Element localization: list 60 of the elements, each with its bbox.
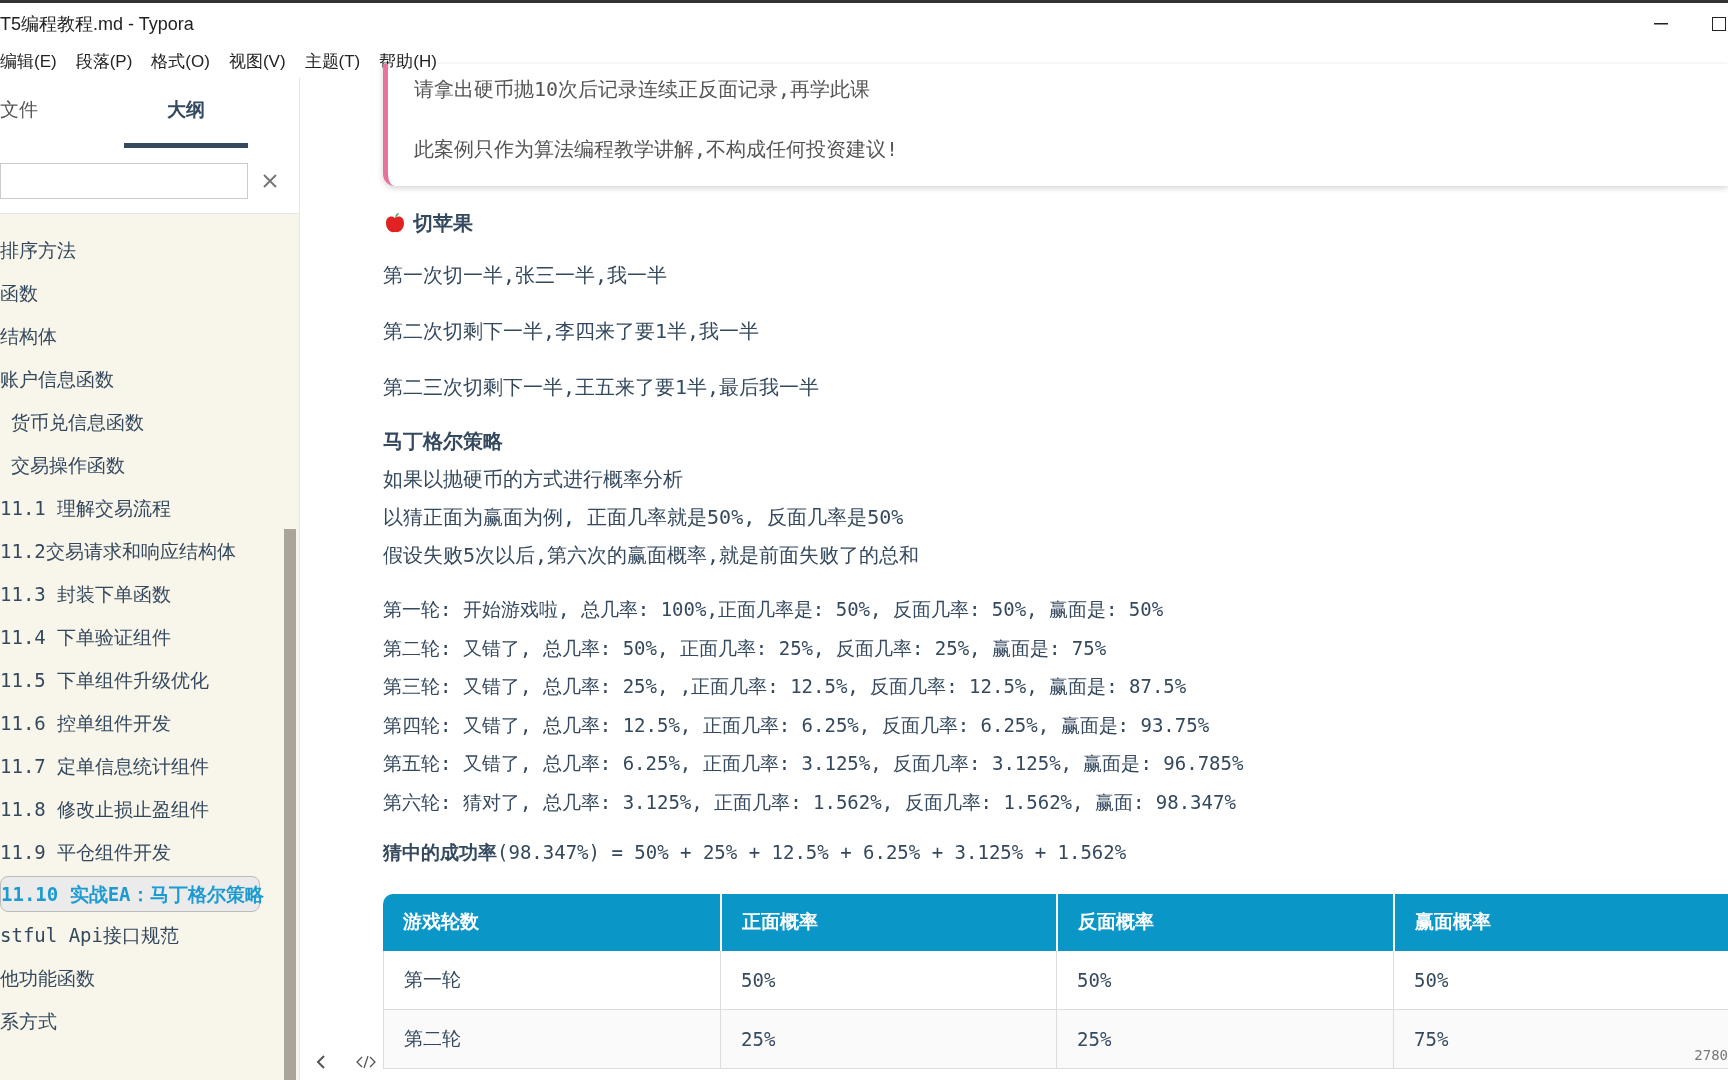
window-title: T5编程教程.md - Typora: [0, 12, 194, 36]
table-cell: 25%: [720, 1010, 1056, 1068]
outline-item[interactable]: 函数: [0, 272, 284, 315]
outline-item[interactable]: 账户信息函数: [0, 358, 284, 401]
callout-text: 此案例只作为算法编程教学讲解,不构成任何投资建议!: [414, 136, 900, 163]
maximize-icon[interactable]: [1712, 17, 1726, 31]
round-line: 第六轮: 猜对了, 总几率: 3.125%, 正面几率: 1.562%, 反面几率: 1.562%, 赢面: 98.347%: [383, 789, 1237, 815]
menu-item[interactable]: 格式(O): [151, 48, 210, 75]
table-cell: 50%: [1393, 951, 1728, 1009]
paragraph: 如果以抛硬币的方式进行概率分析: [383, 466, 684, 493]
sidebar-tab[interactable]: 文件: [0, 78, 124, 148]
round-line: 第一轮: 开始游戏啦, 总几率: 100%,正面几率是: 50%, 反面几率: 50%, 赢面是: 50%: [383, 597, 1165, 622]
paragraph: 第二三次切剩下一半,王五来了要1半,最后我一半: [383, 374, 821, 401]
round-line: 第三轮: 又错了, 总几率: 25%, ,正面几率: 12.5%, 反面几率: 12.5%, 赢面是: 87.5%: [383, 674, 1188, 699]
close-icon[interactable]: [262, 172, 278, 189]
menu-item[interactable]: 段落(P): [75, 48, 133, 75]
minimize-icon[interactable]: [1654, 23, 1668, 25]
table-cell: 25%: [1056, 1010, 1393, 1068]
table-cell: 第二轮: [383, 1010, 720, 1068]
outline-item[interactable]: 排序方法: [0, 229, 284, 272]
outline-item[interactable]: 交易操作函数: [0, 444, 284, 487]
round-line: 第五轮: 又错了, 总几率: 6.25%, 正面几率: 3.125%, 反面几率: 3.125%, 赢面是: 96.785%: [383, 751, 1245, 776]
paragraph: 以猜正面为赢面为例, 正面几率就是50%, 反面几率是50%: [383, 504, 905, 531]
table-cell: 50%: [1056, 951, 1393, 1009]
outline-item[interactable]: 11.3 封装下单函数: [0, 573, 284, 616]
table-cell: 50%: [720, 951, 1056, 1009]
chevron-left-icon[interactable]: [316, 1054, 326, 1070]
outline-item[interactable]: 11.8 修改止损止盈组件: [0, 788, 284, 831]
paragraph: 第一次切一半,张三一半,我一半: [383, 262, 669, 289]
outline-item[interactable]: 他功能函数: [0, 957, 284, 1000]
section-heading: 马丁格尔策略: [383, 429, 504, 454]
outline-item[interactable]: 11.6 控单组件开发: [0, 702, 284, 745]
round-line: 第四轮: 又错了, 总几率: 12.5%, 正面几率: 6.25%, 反面几率: 6.25%, 赢面是: 93.75%: [383, 712, 1211, 738]
menu-item[interactable]: 编辑(E): [0, 48, 57, 75]
outline-item[interactable]: 结构体: [0, 315, 284, 358]
word-count: 2780: [1694, 1046, 1728, 1065]
outline-item[interactable]: stful Api接口规范: [0, 914, 284, 957]
menu-item[interactable]: 视图(V): [228, 48, 286, 75]
table-header-cell-text: 游戏轮数: [402, 910, 480, 935]
outline-item[interactable]: 11.4 下单验证组件: [0, 616, 284, 659]
sidebar-tab[interactable]: 大纲: [124, 78, 248, 148]
outline-item[interactable]: 11.2交易请求和响应结构体: [0, 530, 284, 573]
paragraph: 假设失败5次以后,第六次的赢面概率,就是前面失败了的总和: [383, 542, 921, 569]
summary-line: 猜中的成功率(98.347%) = 50% + 25% + 12.5% + 6.25% + 3.125% + 1.562%: [383, 840, 1128, 865]
outline-item[interactable]: 系方式: [0, 1000, 284, 1043]
callout-text: 请拿出硬币抛10次后记录连续正反面记录,再学此课: [414, 76, 872, 103]
search-field[interactable]: [0, 162, 248, 199]
outline-item[interactable]: 货币兑信息函数: [0, 401, 284, 444]
code-icon[interactable]: [356, 1055, 376, 1069]
round-line: 第二轮: 又错了, 总几率: 50%, 正面几率: 25%, 反面几率: 25%, 赢面是: 75%: [383, 635, 1108, 661]
paragraph: 第二次切剩下一半,李四来了要1半,我一半: [383, 318, 761, 345]
scrollbar[interactable]: [284, 529, 296, 1080]
apple-icon: [383, 211, 407, 235]
table-cell: 第一轮: [383, 951, 720, 1009]
section-heading: 切苹果: [413, 211, 473, 236]
outline-item[interactable]: 11.7 定单信息统计组件: [0, 745, 284, 788]
outline-item[interactable]: 11.1 理解交易流程: [0, 487, 284, 530]
outline-item[interactable]: 11.5 下单组件升级优化: [0, 659, 284, 702]
outline-item[interactable]: 11.9 平仓组件开发: [0, 831, 284, 874]
menu-item[interactable]: 主题(T): [304, 48, 361, 75]
